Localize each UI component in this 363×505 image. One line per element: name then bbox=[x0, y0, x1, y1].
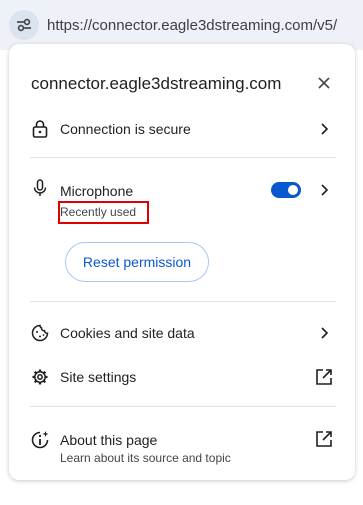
tune-icon bbox=[17, 18, 31, 32]
about-page-row[interactable]: About this page Learn about its source a… bbox=[9, 426, 355, 466]
highlight-box bbox=[58, 201, 149, 224]
about-label: About this page bbox=[60, 432, 158, 448]
address-bar: https://connector.eagle3dstreaming.com/v… bbox=[0, 0, 363, 50]
toggle-knob bbox=[288, 185, 298, 195]
url-text[interactable]: https://connector.eagle3dstreaming.com/v… bbox=[47, 17, 337, 34]
open-in-new-icon bbox=[316, 431, 332, 447]
microphone-label: Microphone bbox=[60, 183, 134, 199]
cookies-label: Cookies and site data bbox=[60, 325, 195, 341]
chevron-right-icon bbox=[321, 327, 329, 339]
close-button[interactable] bbox=[313, 72, 335, 94]
divider bbox=[30, 406, 336, 407]
site-info-button[interactable] bbox=[9, 10, 39, 40]
reset-permission-button[interactable]: Reset permission bbox=[65, 242, 209, 282]
chevron-right-icon bbox=[321, 123, 329, 135]
close-icon bbox=[318, 77, 330, 89]
microphone-toggle[interactable] bbox=[271, 182, 301, 198]
about-sub: Learn about its source and topic bbox=[60, 451, 231, 465]
microphone-icon bbox=[30, 178, 50, 198]
site-settings-label: Site settings bbox=[60, 369, 137, 385]
popup-title: connector.eagle3dstreaming.com bbox=[31, 74, 282, 93]
cookie-icon bbox=[30, 323, 50, 343]
gear-icon bbox=[30, 367, 50, 387]
lock-icon bbox=[30, 119, 50, 139]
connection-label: Connection is secure bbox=[60, 121, 191, 137]
divider bbox=[30, 301, 336, 302]
chevron-right-icon[interactable] bbox=[317, 183, 331, 197]
site-info-popup: connector.eagle3dstreaming.com Connectio… bbox=[9, 44, 355, 480]
divider bbox=[30, 157, 336, 158]
site-settings-row[interactable]: Site settings bbox=[9, 364, 355, 390]
about-icon bbox=[30, 430, 50, 450]
connection-row[interactable]: Connection is secure bbox=[9, 116, 355, 142]
cookies-row[interactable]: Cookies and site data bbox=[9, 320, 355, 346]
open-in-new-icon bbox=[316, 369, 332, 385]
